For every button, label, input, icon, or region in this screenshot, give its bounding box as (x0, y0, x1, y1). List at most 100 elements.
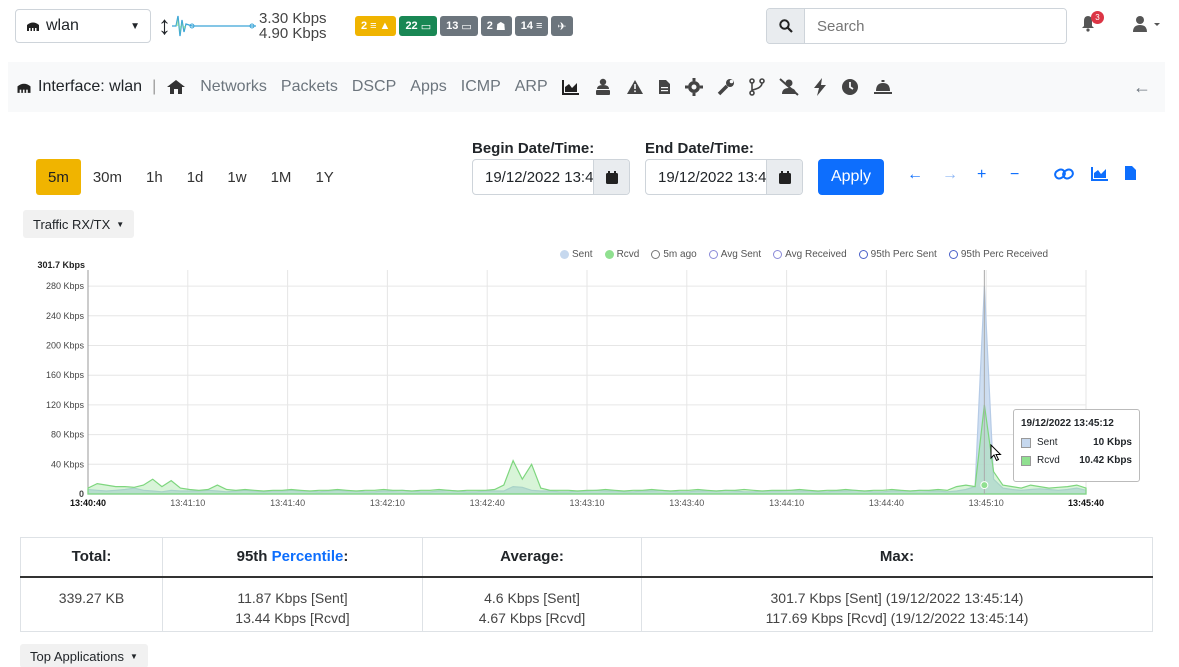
apply-button[interactable]: Apply (818, 159, 884, 195)
file-icon[interactable] (1124, 165, 1137, 181)
pan-right-icon[interactable]: → (942, 166, 958, 184)
list-icon: ≡ (370, 20, 377, 32)
x-tick-label: 13:42:40 (470, 498, 505, 508)
search-input[interactable] (805, 9, 1066, 43)
notification-count-badge: 3 (1091, 11, 1104, 24)
y-tick-label: 200 Kbps (46, 341, 85, 351)
y-max-label: 301.7 Kbps (37, 260, 85, 270)
network-icon (27, 22, 39, 31)
x-tick-label: 13:44:40 (869, 498, 904, 508)
range-1d[interactable]: 1d (175, 159, 216, 195)
traffic-chart: 301.7 Kbps 280 Kbps 240 Kbps 200 Kbps 160 Kb… (37, 260, 1104, 508)
interface-select[interactable]: wlan ▼ (15, 9, 151, 43)
range-1M[interactable]: 1M (259, 159, 304, 195)
network-icon (17, 83, 31, 93)
zoom-out-icon[interactable]: − (1010, 166, 1019, 184)
begin-datetime-field: 19/12/2022 13:40:40 (472, 159, 630, 195)
range-1w[interactable]: 1w (215, 159, 258, 195)
network-icon: ☗ (495, 20, 506, 33)
range-1Y[interactable]: 1Y (303, 159, 345, 195)
search-group (766, 8, 1067, 44)
back-arrow-icon[interactable]: ← (1133, 77, 1151, 98)
caret-down-icon: ▼ (116, 219, 125, 229)
link-icon[interactable] (1054, 167, 1074, 181)
home-icon[interactable] (166, 79, 186, 95)
average-values: 4.6 Kbps [Sent] 4.67 Kbps [Rcvd] (422, 576, 642, 632)
file-icon[interactable] (658, 79, 671, 95)
rate-rcvd: 4.90 Kbps (259, 25, 327, 42)
alerts-badge[interactable]: 2 ≡ ▲ (355, 16, 397, 36)
bolt-icon[interactable] (813, 78, 827, 96)
percentile-link[interactable]: Percentile (272, 548, 344, 565)
calendar-icon[interactable] (766, 160, 802, 194)
laptop-icon: ▭ (420, 20, 432, 33)
end-datetime-label: End Date/Time: (645, 140, 754, 157)
nav-dscp[interactable]: DSCP (352, 78, 396, 96)
nav-packets[interactable]: Packets (281, 78, 338, 96)
chevron-down-icon: ▼ (130, 20, 140, 32)
x-tick-label: 13:40:40 (70, 498, 106, 508)
x-tick-label: 13:45:40 (1068, 498, 1104, 508)
range-30m[interactable]: 30m (81, 159, 134, 195)
top-applications-dropdown[interactable]: Top Applications ▼ (20, 644, 148, 667)
x-tick-label: 13:44:10 (769, 498, 804, 508)
user-slash-icon[interactable] (778, 78, 799, 96)
nav-icmp[interactable]: ICMP (461, 78, 501, 96)
wrench-icon[interactable] (717, 78, 735, 96)
time-range-selector: 5m 30m 1h 1d 1w 1M 1Y (36, 159, 346, 195)
header-average: Average: (422, 537, 642, 578)
calendar-icon[interactable] (593, 160, 629, 194)
users-icon[interactable] (594, 78, 612, 96)
range-5m[interactable]: 5m (36, 159, 81, 195)
y-tick-label: 280 Kbps (46, 281, 85, 291)
throughput-rates: 3.30 Kbps 4.90 Kbps (259, 11, 327, 41)
gear-icon[interactable] (684, 78, 703, 96)
zoom-in-icon[interactable]: + (977, 166, 986, 184)
user-icon[interactable] (1132, 15, 1164, 33)
header-total: Total: (20, 537, 163, 578)
branch-icon[interactable] (748, 78, 765, 96)
search-button[interactable] (767, 9, 805, 43)
begin-datetime-input[interactable]: 19/12/2022 13:40:40 (473, 160, 593, 194)
list-icon: ≡ (536, 20, 543, 32)
nav-apps[interactable]: Apps (410, 78, 446, 96)
plane-badge[interactable]: ✈ (551, 16, 573, 36)
tooltip-rcvd: 10.42 Kbps (1079, 455, 1132, 466)
interface-navbar: Interface: wlan | Networks Packets DSCP … (8, 62, 1165, 112)
traffic-stats-table: Total: 95th Percentile: Average: Max: 33… (20, 537, 1153, 632)
updown-arrows-icon: ↕ (158, 10, 171, 40)
devices-badge[interactable]: 2 ☗ (480, 16, 512, 36)
chart-tooltip: 19/12/2022 13:45:12 Sent 10 Kbps Rcvd 10.4… (1013, 409, 1140, 482)
nav-networks[interactable]: Networks (200, 78, 267, 96)
nav-arp[interactable]: ARP (515, 78, 548, 96)
tooltip-time: 19/12/2022 13:45:12 (1021, 418, 1114, 429)
search-icon (778, 19, 793, 33)
chart-area-icon[interactable] (561, 79, 580, 95)
flows-badge[interactable]: 14 ≡ (514, 16, 549, 36)
clock-icon[interactable] (841, 78, 859, 96)
y-tick-label: 40 Kbps (51, 459, 85, 469)
interface-title: Interface: wlan (16, 78, 142, 96)
remote-hosts-badge[interactable]: 13 ▭ (440, 16, 478, 36)
chart-area-icon[interactable] (1091, 166, 1109, 181)
begin-datetime-label: Begin Date/Time: (472, 140, 595, 157)
caret-down-icon: ▼ (129, 651, 138, 661)
range-1h[interactable]: 1h (134, 159, 175, 195)
warning-icon: ▲ (379, 20, 391, 32)
y-tick-label: 240 Kbps (46, 311, 85, 321)
y-tick-label: 80 Kbps (51, 430, 85, 440)
x-tick-label: 13:41:40 (270, 498, 305, 508)
status-badges: 2 ≡ ▲ 22 ▭ 13 ▭ 2 ☗ 14 ≡ ✈ (355, 16, 573, 36)
end-datetime-input[interactable]: 19/12/2022 13:45:40 (646, 160, 766, 194)
pan-left-icon[interactable]: ← (907, 166, 923, 184)
x-tick-label: 13:43:40 (669, 498, 704, 508)
tooltip-sent: 10 Kbps (1093, 437, 1132, 448)
x-tick-label: 13:42:10 (370, 498, 405, 508)
chart-type-dropdown[interactable]: Traffic RX/TX ▼ (23, 210, 135, 238)
rate-sent: 3.30 Kbps (259, 10, 327, 27)
local-hosts-badge[interactable]: 22 ▭ (399, 16, 438, 36)
nav-separator: | (152, 78, 157, 95)
alert-icon[interactable] (626, 79, 644, 95)
mouse-cursor-icon (990, 444, 1002, 462)
bell-concierge-icon[interactable] (873, 79, 893, 95)
